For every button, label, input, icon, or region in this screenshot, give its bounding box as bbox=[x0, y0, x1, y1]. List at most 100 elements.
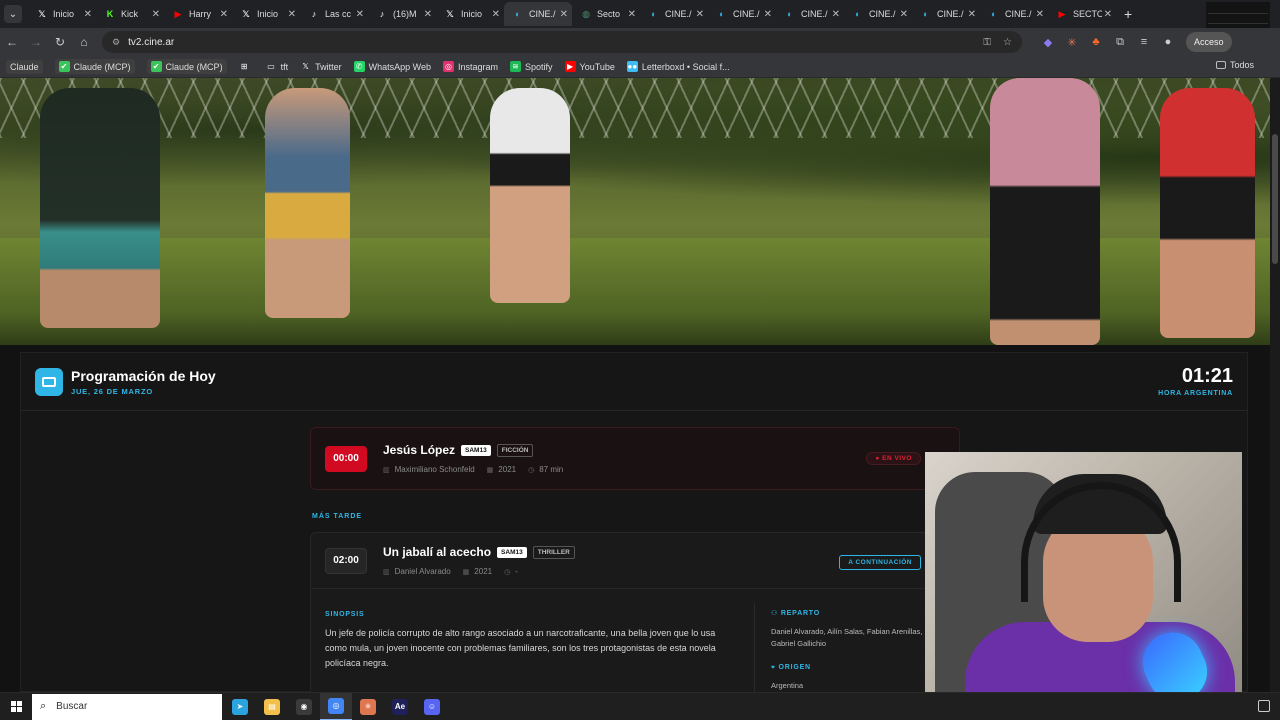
new-tab-button[interactable]: + bbox=[1124, 6, 1132, 22]
home-icon[interactable]: ⌂ bbox=[72, 30, 96, 54]
bookmark-item[interactable]: ≋ Spotify bbox=[510, 61, 553, 72]
close-icon[interactable]: ✕ bbox=[288, 9, 296, 20]
bookmark-label: WhatsApp Web bbox=[368, 61, 431, 72]
obs-icon[interactable]: ◉ bbox=[288, 693, 320, 720]
browser-tab[interactable]: ◐ CINE./ ✕ bbox=[776, 2, 844, 26]
bookmark-item[interactable]: ●● Letterboxd • Social f... bbox=[626, 61, 730, 72]
bookmark-item[interactable]: ⊞ bbox=[239, 61, 254, 72]
claude-icon[interactable]: ✳ bbox=[352, 693, 384, 720]
bookmark-star-icon[interactable]: ☆ bbox=[1003, 37, 1012, 48]
bookmark-item[interactable]: ✆ WhatsApp Web bbox=[353, 61, 431, 72]
bookmark-item[interactable]: 𝕏 Twitter bbox=[300, 61, 342, 72]
profile-avatar-icon[interactable]: ● bbox=[1156, 36, 1180, 48]
after-effects-icon[interactable]: Ae bbox=[384, 693, 416, 720]
chrome-icon[interactable]: ◎ bbox=[320, 692, 352, 720]
browser-tab[interactable]: ◐ CINE./ ✕ bbox=[504, 2, 572, 26]
cine-icon: ◐ bbox=[991, 9, 997, 19]
browser-tab[interactable]: ◐ CINE./ ✕ bbox=[708, 2, 776, 26]
close-icon[interactable]: ✕ bbox=[696, 9, 704, 20]
cine-icon: ◐ bbox=[651, 9, 657, 19]
bookmark-item[interactable]: ▶ YouTube bbox=[564, 61, 615, 72]
tab-title: Inicio bbox=[461, 9, 483, 19]
close-icon[interactable]: ✕ bbox=[1104, 9, 1112, 20]
back-icon[interactable]: ← bbox=[0, 30, 24, 54]
browser-tab[interactable]: ◍ Secto ✕ bbox=[572, 2, 640, 26]
reload-icon[interactable]: ↻ bbox=[48, 30, 72, 54]
tab-title: CINE./ bbox=[937, 9, 964, 19]
next-program-card[interactable]: 02:00 Un jabalí al acecho SAM13 THRILLER… bbox=[310, 532, 960, 703]
bookmark-item[interactable]: ✔ Claude (MCP) bbox=[54, 59, 135, 74]
whatsapp-icon: ✆ bbox=[353, 61, 365, 72]
cine-icon: ◐ bbox=[855, 9, 861, 19]
bookmark-label: tft bbox=[280, 61, 289, 72]
genre-badge: THRILLER bbox=[532, 545, 575, 559]
close-icon[interactable]: ✕ bbox=[832, 9, 840, 20]
later-section-label: MÁS TARDE bbox=[312, 513, 363, 520]
youtube-icon: ▶ bbox=[564, 61, 576, 72]
director-icon: ▥ bbox=[383, 466, 390, 474]
close-icon[interactable]: ✕ bbox=[152, 9, 160, 20]
close-icon[interactable]: ✕ bbox=[220, 9, 228, 20]
browser-tab[interactable]: ◐ CINE./ ✕ bbox=[980, 2, 1048, 26]
media-controls-icon[interactable]: ≡ bbox=[1132, 36, 1156, 48]
program-year: 2021 bbox=[498, 465, 517, 474]
obs-icon-glyph: ◉ bbox=[296, 698, 312, 715]
file-explorer-icon[interactable]: ▤ bbox=[256, 693, 288, 720]
synopsis-label: SINOPSIS bbox=[325, 611, 365, 618]
page-scrollbar[interactable] bbox=[1270, 78, 1280, 692]
close-icon[interactable]: ✕ bbox=[560, 9, 568, 20]
tiktok-icon: ♪ bbox=[311, 9, 317, 19]
bookmark-item[interactable]: ▭ tft bbox=[266, 61, 289, 72]
browser-tab[interactable]: ◐ CINE./ ✕ bbox=[912, 2, 980, 26]
all-bookmarks-folder[interactable]: Todos bbox=[1215, 60, 1254, 70]
browser-tab[interactable]: ◐ CINE./ ✕ bbox=[844, 2, 912, 26]
close-icon[interactable]: ✕ bbox=[968, 9, 976, 20]
browser-tab[interactable]: ♪ (16)M ✕ bbox=[368, 2, 436, 26]
bookmark-item[interactable]: ✔ Claude (MCP) bbox=[146, 59, 227, 74]
close-icon[interactable]: ✕ bbox=[764, 9, 772, 20]
taskbar-search[interactable]: ⌕ Buscar bbox=[32, 693, 222, 720]
telegram-icon[interactable]: ➤ bbox=[224, 693, 256, 720]
browser-tab[interactable]: 𝕏 Inicio ✕ bbox=[232, 2, 300, 26]
x-icon: 𝕏 bbox=[242, 8, 250, 19]
browser-tab[interactable]: 𝕏 Inicio ✕ bbox=[436, 2, 504, 26]
close-icon[interactable]: ✕ bbox=[84, 9, 92, 20]
extension-icon[interactable]: ♣ bbox=[1084, 36, 1108, 48]
bookmark-label: Twitter bbox=[315, 61, 342, 72]
close-icon[interactable]: ✕ bbox=[628, 9, 636, 20]
password-key-icon[interactable]: ⚿ bbox=[983, 37, 991, 48]
forward-icon[interactable]: → bbox=[24, 30, 48, 54]
clock-icon: ◷ bbox=[528, 466, 535, 474]
start-button[interactable] bbox=[0, 701, 32, 712]
discord-icon[interactable]: ☺ bbox=[416, 693, 448, 720]
tab-search-icon[interactable]: ⌄ bbox=[4, 5, 22, 23]
close-icon[interactable]: ✕ bbox=[1036, 9, 1044, 20]
notifications-icon[interactable] bbox=[1258, 700, 1270, 712]
globe-icon: ◍ bbox=[582, 8, 590, 19]
close-icon[interactable]: ✕ bbox=[424, 9, 432, 20]
bookmark-label: Instagram bbox=[457, 61, 498, 72]
close-icon[interactable]: ✕ bbox=[356, 9, 364, 20]
check-icon: ✔ bbox=[150, 61, 162, 72]
browser-tab[interactable]: ♪ Las cc ✕ bbox=[300, 2, 368, 26]
address-bar[interactable]: ⚙ tv2.cine.ar ⚿ ☆ bbox=[102, 31, 1022, 53]
browser-tab[interactable]: 𝕏 Inicio ✕ bbox=[28, 2, 96, 26]
location-pin-icon: ⌖ bbox=[771, 664, 779, 671]
close-icon[interactable]: ✕ bbox=[900, 9, 908, 20]
close-icon[interactable]: ✕ bbox=[492, 9, 500, 20]
webcam-overlay bbox=[925, 452, 1242, 718]
browser-tab[interactable]: ◐ CINE./ ✕ bbox=[640, 2, 708, 26]
browser-tab[interactable]: K Kick ✕ bbox=[96, 2, 164, 26]
current-program-card[interactable]: 00:00 Jesús López SAM13 FICCIÓN ▥ Maximi… bbox=[310, 427, 960, 490]
account-button[interactable]: Acceso bbox=[1186, 32, 1232, 52]
bookmark-item[interactable]: ◎ Instagram bbox=[442, 61, 498, 72]
extension-icon[interactable]: ✳ bbox=[1060, 36, 1084, 49]
extension-icon[interactable]: ◆ bbox=[1036, 36, 1060, 49]
site-info-icon[interactable]: ⚙ bbox=[112, 37, 120, 48]
browser-tab[interactable]: ▶ Harry ✕ bbox=[164, 2, 232, 26]
bookmark-item[interactable]: Claude bbox=[6, 59, 43, 74]
browser-tab[interactable]: ▶ SECTO ✕ bbox=[1048, 2, 1116, 26]
extensions-puzzle-icon[interactable]: ⧉ bbox=[1108, 36, 1132, 49]
clock: 01:21 HORA ARGENTINA bbox=[1158, 365, 1233, 397]
scrollbar-thumb[interactable] bbox=[1272, 134, 1278, 264]
